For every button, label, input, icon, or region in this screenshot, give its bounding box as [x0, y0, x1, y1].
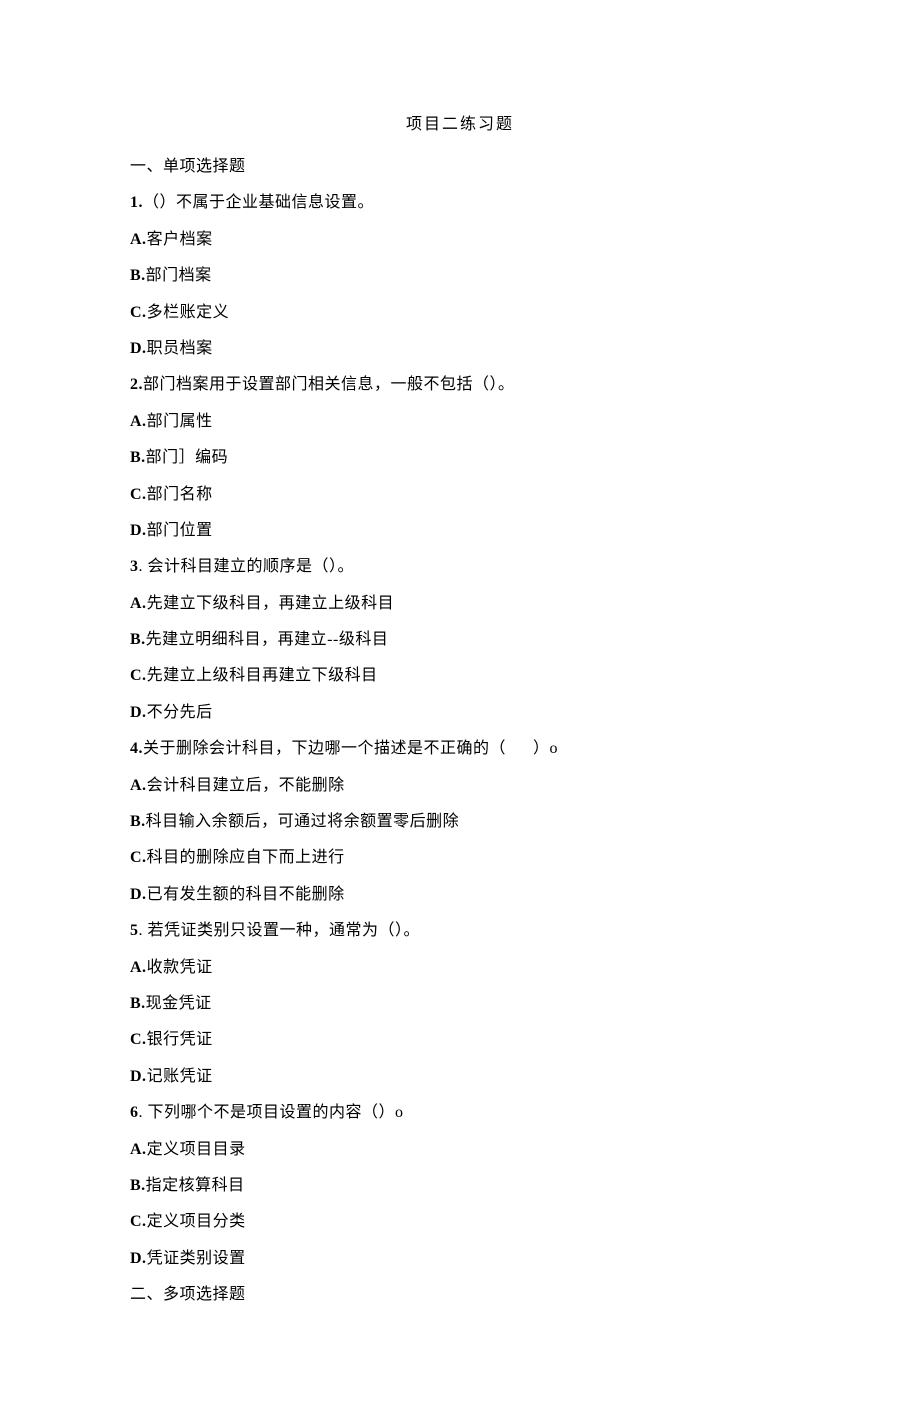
option-label: B.: [130, 449, 146, 466]
question-text: 关于删除会计科目，下边哪一个描述是不正确的（: [143, 740, 506, 757]
option-label: A.: [130, 777, 147, 794]
option-label: C.: [130, 486, 147, 503]
option-label: A.: [130, 231, 147, 248]
option-text: 凭证类别设置: [147, 1250, 246, 1267]
option-text: 现金凭证: [146, 995, 212, 1012]
option-text: 定义项目分类: [147, 1213, 246, 1230]
option-text: 部门］编码: [146, 449, 229, 466]
question-stem: 1.（）不属于企业基础信息设置。: [130, 192, 790, 214]
option-c: C.科目的删除应自下而上进行: [130, 847, 790, 869]
question-stem: 3. 会计科目建立的顺序是（）。: [130, 556, 790, 578]
document-page: 项目二练习题 一、单项选择题 1.（）不属于企业基础信息设置。 A.客户档案 B…: [0, 0, 920, 1421]
question-text: （）不属于企业基础信息设置。: [143, 194, 374, 211]
option-text: 职员档案: [147, 340, 213, 357]
option-text: 部门档案: [146, 267, 212, 284]
option-label: C.: [130, 849, 147, 866]
section-heading: 一、单项选择题: [130, 156, 790, 178]
option-label: D.: [130, 340, 147, 357]
section-heading: 二、多项选择题: [130, 1284, 790, 1306]
option-a: A.先建立下级科目，再建立上级科目: [130, 593, 790, 615]
option-b: B.指定核算科目: [130, 1175, 790, 1197]
option-label: C.: [130, 667, 147, 684]
option-text: 先建立上级科目再建立下级科目: [147, 667, 378, 684]
option-label: A.: [130, 1141, 147, 1158]
option-label: B.: [130, 631, 146, 648]
document-title: 项目二练习题: [130, 110, 790, 134]
option-b: B.部门］编码: [130, 447, 790, 469]
blank-space: [506, 740, 533, 757]
option-b: B.现金凭证: [130, 993, 790, 1015]
question-number: 6: [130, 1104, 139, 1121]
option-d: D.职员档案: [130, 338, 790, 360]
option-text: 会计科目建立后，不能删除: [147, 777, 345, 794]
option-c: C.先建立上级科目再建立下级科目: [130, 665, 790, 687]
option-label: C.: [130, 304, 147, 321]
option-text: 多栏账定义: [147, 304, 230, 321]
question-text: . 下列哪个不是项目设置的内容（）o: [139, 1104, 404, 1121]
option-d: D.部门位置: [130, 520, 790, 542]
question-text: 部门档案用于设置部门相关信息，一般不包括（）。: [143, 376, 515, 393]
option-label: A.: [130, 959, 147, 976]
option-d: D.记账凭证: [130, 1066, 790, 1088]
option-a: A.收款凭证: [130, 957, 790, 979]
option-text: 银行凭证: [147, 1031, 213, 1048]
option-label: D.: [130, 522, 147, 539]
option-text: 科目的删除应自下而上进行: [147, 849, 345, 866]
question-text: . 若凭证类别只设置一种，通常为（）。: [139, 922, 421, 939]
option-text: 部门属性: [147, 413, 213, 430]
question-stem: 5. 若凭证类别只设置一种，通常为（）。: [130, 920, 790, 942]
option-label: B.: [130, 1177, 146, 1194]
option-text: 部门位置: [147, 522, 213, 539]
option-label: B.: [130, 813, 146, 830]
option-text: 客户档案: [147, 231, 213, 248]
option-b: B.科目输入余额后，可通过将余额置零后删除: [130, 811, 790, 833]
option-text: 部门名称: [147, 486, 213, 503]
option-d: D.凭证类别设置: [130, 1248, 790, 1270]
question-stem: 4.关于删除会计科目，下边哪一个描述是不正确的（ ）o: [130, 738, 790, 760]
option-c: C.银行凭证: [130, 1029, 790, 1051]
option-text: 先建立明细科目，再建立--级科目: [146, 631, 389, 648]
question-text: . 会计科目建立的顺序是（）。: [139, 558, 355, 575]
option-label: D.: [130, 1250, 147, 1267]
option-b: B.先建立明细科目，再建立--级科目: [130, 629, 790, 651]
option-a: A.部门属性: [130, 411, 790, 433]
option-label: B.: [130, 995, 146, 1012]
option-text: 记账凭证: [147, 1068, 213, 1085]
option-label: D.: [130, 704, 147, 721]
option-label: C.: [130, 1213, 147, 1230]
question-text-tail: ）o: [533, 740, 558, 757]
option-label: B.: [130, 267, 146, 284]
question-number: 3: [130, 558, 139, 575]
question-stem: 2.部门档案用于设置部门相关信息，一般不包括（）。: [130, 374, 790, 396]
option-d: D.不分先后: [130, 702, 790, 724]
option-label: A.: [130, 413, 147, 430]
option-a: A.会计科目建立后，不能删除: [130, 775, 790, 797]
option-text: 科目输入余额后，可通过将余额置零后删除: [146, 813, 460, 830]
option-text: 收款凭证: [147, 959, 213, 976]
question-number: 4.: [130, 740, 143, 757]
question-number: 5: [130, 922, 139, 939]
option-text: 先建立下级科目，再建立上级科目: [147, 595, 395, 612]
option-a: A.定义项目目录: [130, 1139, 790, 1161]
option-b: B.部门档案: [130, 265, 790, 287]
option-label: C.: [130, 1031, 147, 1048]
option-text: 不分先后: [147, 704, 213, 721]
question-number: 1.: [130, 194, 143, 211]
option-label: D.: [130, 886, 147, 903]
option-text: 定义项目目录: [147, 1141, 246, 1158]
option-label: A.: [130, 595, 147, 612]
option-c: C.部门名称: [130, 484, 790, 506]
question-number: 2.: [130, 376, 143, 393]
option-text: 指定核算科目: [146, 1177, 245, 1194]
option-text: 已有发生额的科目不能删除: [147, 886, 345, 903]
option-d: D.已有发生额的科目不能删除: [130, 884, 790, 906]
option-c: C.定义项目分类: [130, 1211, 790, 1233]
option-a: A.客户档案: [130, 229, 790, 251]
option-label: D.: [130, 1068, 147, 1085]
option-c: C.多栏账定义: [130, 302, 790, 324]
question-stem: 6. 下列哪个不是项目设置的内容（）o: [130, 1102, 790, 1124]
